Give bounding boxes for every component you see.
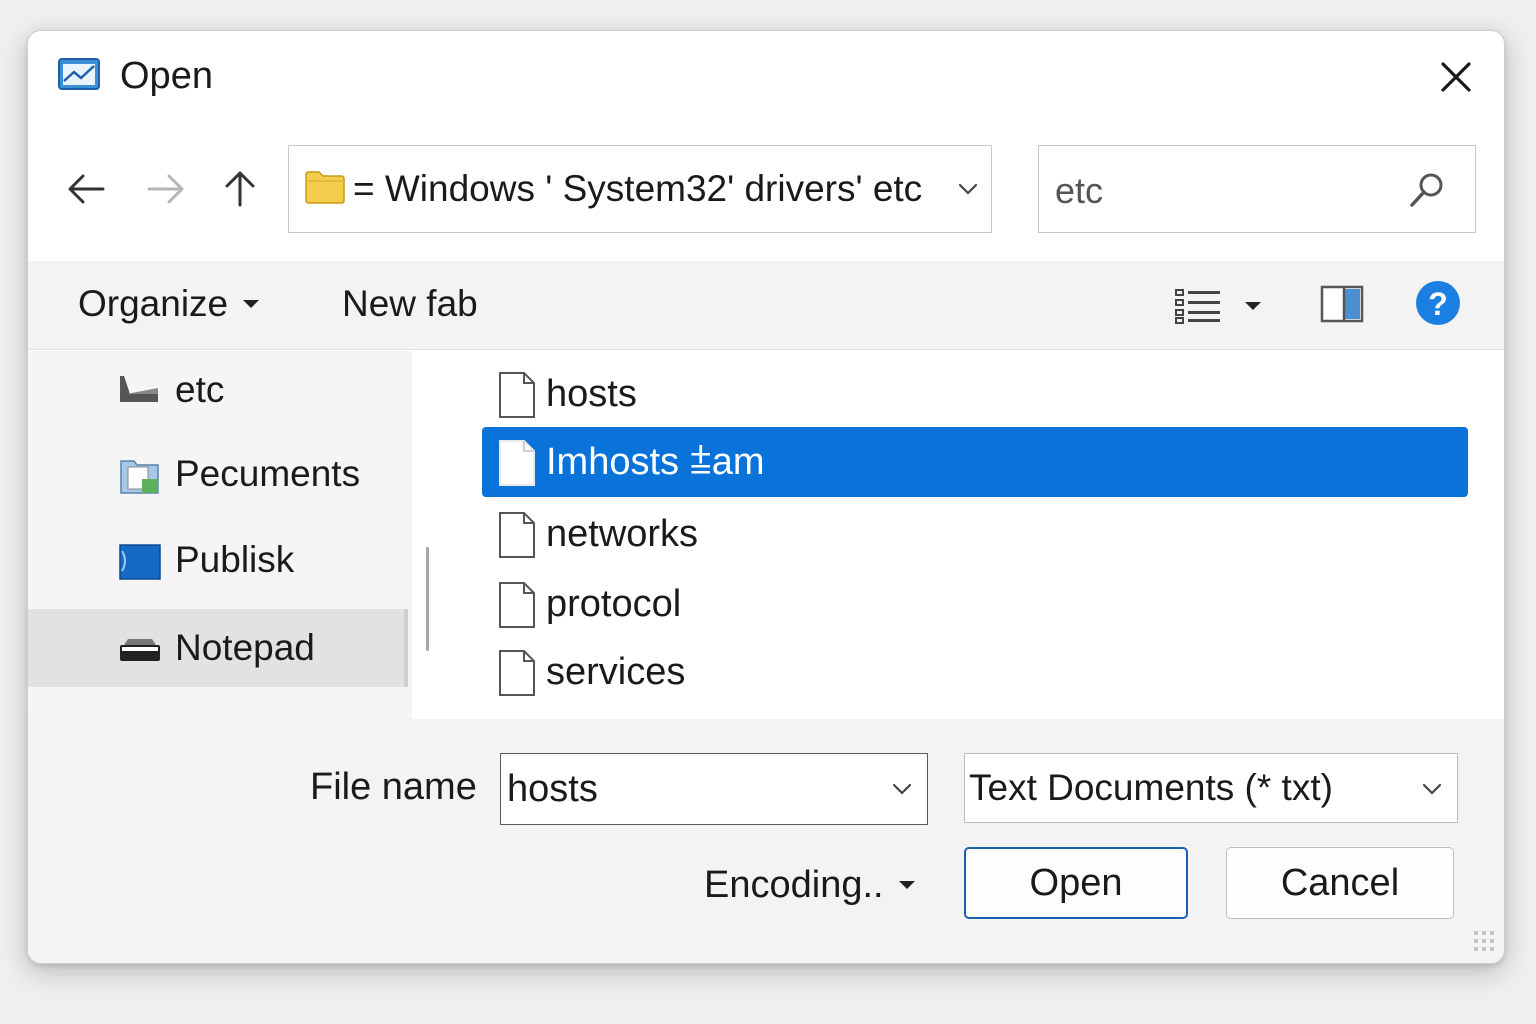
file-name-field[interactable]: hosts bbox=[500, 753, 928, 825]
caret-down-icon bbox=[1245, 302, 1261, 310]
file-type-value: Text Documents (* txt) bbox=[969, 767, 1333, 808]
nav-item-label: Publisk bbox=[175, 539, 295, 580]
nav-item-publisk[interactable]: Publisk bbox=[28, 521, 408, 599]
file-icon bbox=[499, 650, 535, 696]
navigation-pane: etc Pecuments Publisk Notepad bbox=[28, 351, 412, 719]
command-bar: Organize New fab ? bbox=[28, 261, 1504, 350]
help-icon[interactable]: ? bbox=[1414, 279, 1462, 327]
file-name: networks bbox=[546, 513, 699, 555]
encoding-dropdown[interactable]: Encoding.. bbox=[704, 861, 916, 909]
search-box[interactable]: etc bbox=[1038, 145, 1476, 233]
preview-pane-icon[interactable] bbox=[1318, 279, 1366, 329]
nav-item-label: Pecuments bbox=[175, 453, 361, 494]
drive-icon bbox=[120, 639, 160, 661]
file-row-services[interactable]: services bbox=[482, 637, 1468, 707]
file-icon bbox=[499, 512, 535, 558]
file-icon bbox=[499, 372, 535, 418]
nav-item-label: etc bbox=[175, 369, 225, 410]
address-path: = Windows ' System32' drivers' etc bbox=[353, 168, 923, 209]
drive-icon bbox=[120, 376, 158, 402]
arrow-up-icon[interactable] bbox=[224, 171, 256, 207]
nav-item-notepad[interactable]: Notepad bbox=[28, 609, 408, 687]
chevron-down-icon bbox=[1422, 783, 1442, 795]
cancel-button[interactable]: Cancel bbox=[1226, 847, 1454, 919]
file-icon bbox=[499, 440, 535, 486]
nav-item-etc[interactable]: etc bbox=[28, 351, 408, 429]
pane-scrollbar[interactable] bbox=[426, 547, 429, 651]
arrow-right-icon[interactable] bbox=[147, 173, 185, 205]
file-row-protocol[interactable]: protocol bbox=[482, 569, 1468, 639]
search-icon[interactable] bbox=[1407, 170, 1447, 210]
organize-button[interactable]: Organize bbox=[78, 281, 260, 327]
folder-icon bbox=[305, 171, 345, 204]
nav-item-pecuments[interactable]: Pecuments bbox=[28, 435, 408, 513]
address-bar[interactable]: = Windows ' System32' drivers' etc bbox=[288, 145, 992, 233]
file-icon bbox=[499, 582, 535, 628]
chevron-down-icon[interactable] bbox=[887, 774, 917, 804]
open-dialog: Open = Windows ' System32' drivers' etc … bbox=[27, 30, 1505, 964]
search-input[interactable]: etc bbox=[1055, 168, 1103, 214]
file-row-lmhosts[interactable]: Imhosts ⩲am bbox=[482, 427, 1468, 497]
up-button[interactable] bbox=[214, 163, 266, 215]
view-options-button[interactable] bbox=[1174, 281, 1284, 331]
file-list: hosts Imhosts ⩲am networks protocol serv… bbox=[442, 351, 1504, 719]
svg-text:?: ? bbox=[1428, 286, 1448, 322]
close-icon[interactable] bbox=[1440, 61, 1472, 93]
file-row-hosts[interactable]: hosts bbox=[482, 359, 1468, 429]
documents-folder-icon bbox=[120, 460, 159, 494]
file-name: hosts bbox=[546, 373, 637, 415]
list-view-icon bbox=[1175, 289, 1220, 324]
forward-button[interactable] bbox=[140, 163, 192, 215]
file-type-select[interactable]: Text Documents (* txt) bbox=[964, 753, 1458, 823]
file-name: services bbox=[546, 651, 686, 693]
file-name-value[interactable]: hosts bbox=[507, 764, 598, 814]
nav-item-label: Notepad bbox=[175, 627, 315, 668]
caret-down-icon bbox=[243, 300, 260, 308]
caret-down-icon bbox=[898, 881, 915, 889]
window-title: Open bbox=[120, 55, 213, 97]
back-button[interactable] bbox=[60, 163, 112, 215]
arrow-left-icon[interactable] bbox=[67, 173, 105, 205]
resize-grip-icon[interactable] bbox=[1472, 929, 1498, 955]
file-name: Imhosts ⩲am bbox=[546, 441, 765, 483]
encoding-label: Encoding.. bbox=[704, 864, 884, 906]
file-row-networks[interactable]: networks bbox=[482, 499, 1468, 569]
new-folder-button[interactable]: New fab bbox=[342, 281, 478, 327]
file-name-label: File name bbox=[310, 766, 477, 808]
close-button[interactable] bbox=[1428, 49, 1484, 105]
notepad-app-icon bbox=[58, 58, 100, 90]
file-name: protocol bbox=[546, 583, 682, 625]
chevron-down-icon[interactable] bbox=[953, 174, 983, 204]
organize-label: Organize bbox=[78, 283, 229, 324]
open-button[interactable]: Open bbox=[964, 847, 1188, 919]
blue-folder-icon bbox=[119, 544, 161, 580]
